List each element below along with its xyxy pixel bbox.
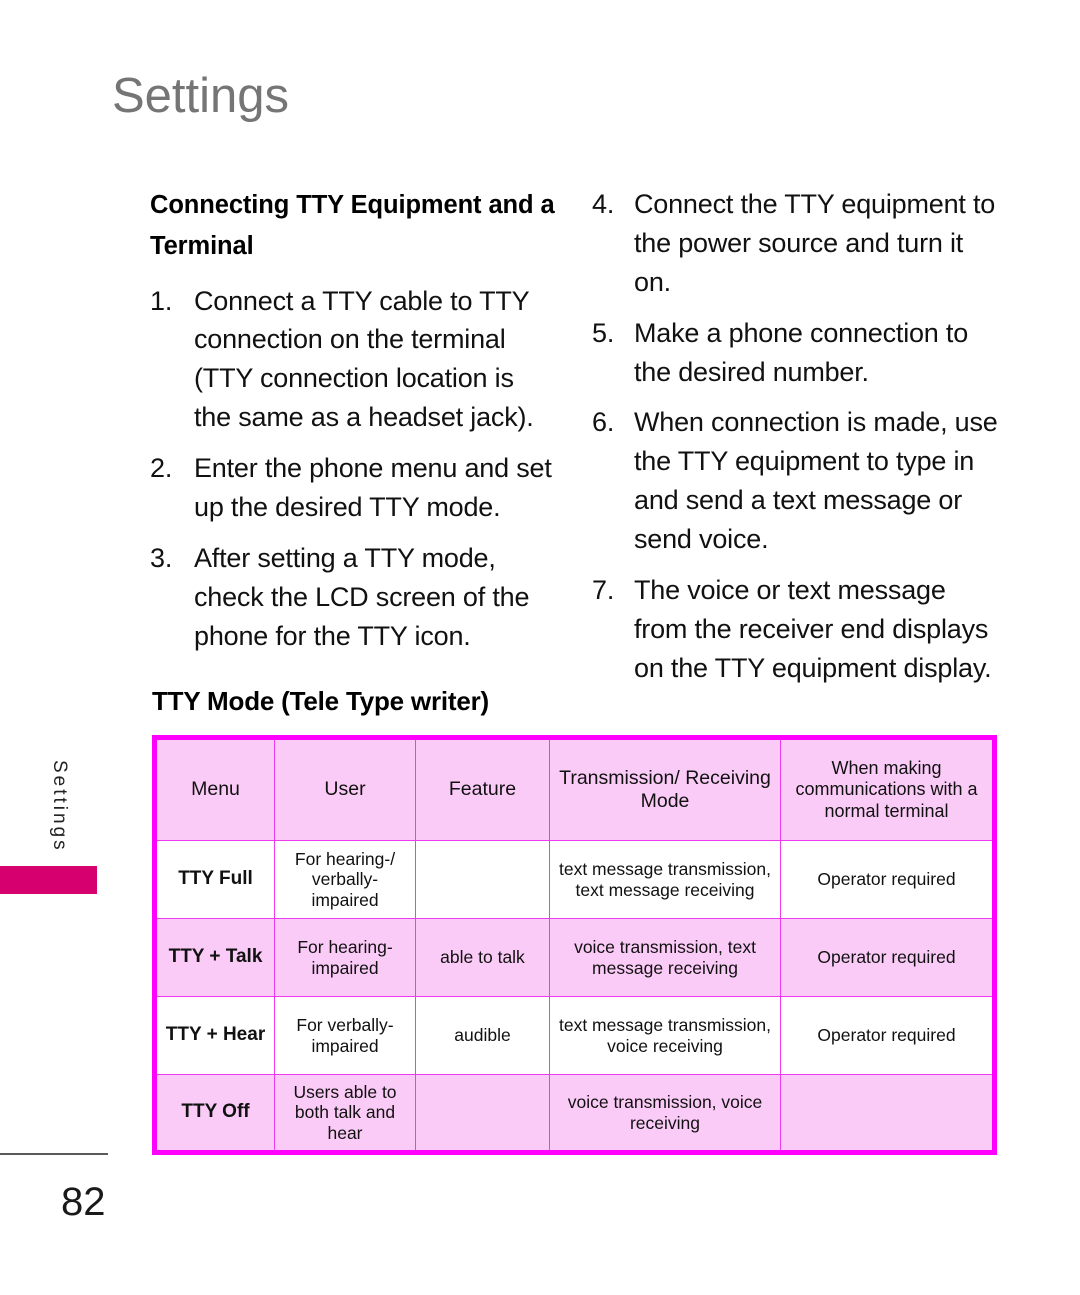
step-number: 2. [150, 453, 173, 484]
table-row: TTY + Talk For hearing- impaired able to… [154, 918, 995, 997]
table-body: TTY Full For hearing-/ verbally- impaire… [154, 840, 995, 1153]
left-column: Connecting TTY Equipment and a Terminal … [150, 185, 556, 667]
cell-normal: Operator required [780, 996, 995, 1075]
step-number: 3. [150, 542, 173, 573]
cell-feature: able to talk [415, 918, 550, 997]
step-text: Enter the phone menu and set up the desi… [194, 453, 552, 522]
cell-user: Users able to both talk and hear [274, 1074, 416, 1153]
step-text: After setting a TTY mode, check the LCD … [194, 542, 530, 651]
list-item: 4. Connect the TTY equipment to the powe… [592, 185, 1004, 302]
list-item: 3. After setting a TTY mode, check the L… [150, 539, 556, 656]
step-text: Connect a TTY cable to TTY connection on… [194, 285, 534, 433]
step-number: 6. [592, 407, 615, 438]
table-row: TTY Full For hearing-/ verbally- impaire… [154, 840, 995, 919]
column-header-menu: Menu [154, 737, 275, 841]
list-item: 5. Make a phone connection to the desire… [592, 314, 1004, 392]
cell-menu: TTY Off [154, 1074, 275, 1153]
cell-feature: audible [415, 996, 550, 1075]
footer-divider [0, 1153, 108, 1155]
section-tab-marker [0, 866, 97, 894]
step-text: Make a phone connection to the desired n… [634, 317, 969, 387]
step-number: 7. [592, 574, 615, 605]
cell-user: For verbally- impaired [274, 996, 416, 1075]
step-number: 4. [592, 189, 615, 219]
list-item: 1. Connect a TTY cable to TTY connection… [150, 282, 556, 438]
cell-normal: Operator required [780, 918, 995, 997]
right-column: 4. Connect the TTY equipment to the powe… [592, 185, 1004, 700]
page-number: 82 [61, 1180, 106, 1224]
step-number: 1. [150, 285, 173, 316]
table-header: Menu User Feature Transmission/ Receivin… [154, 737, 995, 841]
cell-feature [415, 1074, 550, 1153]
cell-feature [415, 840, 550, 919]
cell-user: For hearing-/ verbally- impaired [274, 840, 416, 919]
tty-mode-table: Menu User Feature Transmission/ Receivin… [152, 735, 997, 1155]
vertical-section-label: Settings [49, 760, 70, 853]
step-text: Connect the TTY equipment to the power s… [634, 189, 996, 297]
cell-mode: voice transmission, voice receiving [549, 1074, 781, 1153]
cell-normal [780, 1074, 995, 1153]
list-item: 7. The voice or text message from the re… [592, 571, 1004, 688]
table-row: TTY Off Users able to both talk and hear… [154, 1074, 995, 1153]
column-header-feature: Feature [415, 737, 550, 841]
cell-mode: voice transmission, text message receivi… [549, 918, 781, 997]
cell-user: For hearing- impaired [274, 918, 416, 997]
table-header-row: Menu User Feature Transmission/ Receivin… [154, 737, 995, 841]
table-row: TTY + Hear For verbally- impaired audibl… [154, 996, 995, 1075]
cell-menu: TTY Full [154, 840, 275, 919]
list-item: 6. When connection is made, use the TTY … [592, 403, 1004, 559]
section-heading-connecting-tty: Connecting TTY Equipment and a Terminal [150, 191, 555, 261]
step-text: The voice or text message from the recei… [634, 574, 992, 683]
left-steps-list: 1. Connect a TTY cable to TTY connection… [150, 282, 556, 656]
cell-mode: text message transmission, text message … [549, 840, 781, 919]
column-header-normal-terminal: When making communications with a normal… [780, 737, 995, 841]
tty-mode-heading: TTY Mode (Tele Type writer) [152, 686, 489, 716]
cell-mode: text message transmission, voice receivi… [549, 996, 781, 1075]
column-header-user: User [274, 737, 416, 841]
step-number: 5. [592, 317, 615, 348]
cell-menu: TTY + Hear [154, 996, 275, 1075]
page-title: Settings [112, 69, 290, 123]
cell-menu: TTY + Talk [154, 918, 275, 997]
step-text: When connection is made, use the TTY equ… [634, 407, 998, 554]
list-item: 2. Enter the phone menu and set up the d… [150, 449, 556, 527]
cell-normal: Operator required [780, 840, 995, 919]
right-steps-list: 4. Connect the TTY equipment to the powe… [592, 185, 1004, 688]
column-header-transmission-mode: Transmission/ Receiving Mode [549, 737, 781, 841]
tty-mode-table-container: Menu User Feature Transmission/ Receivin… [152, 735, 997, 1155]
